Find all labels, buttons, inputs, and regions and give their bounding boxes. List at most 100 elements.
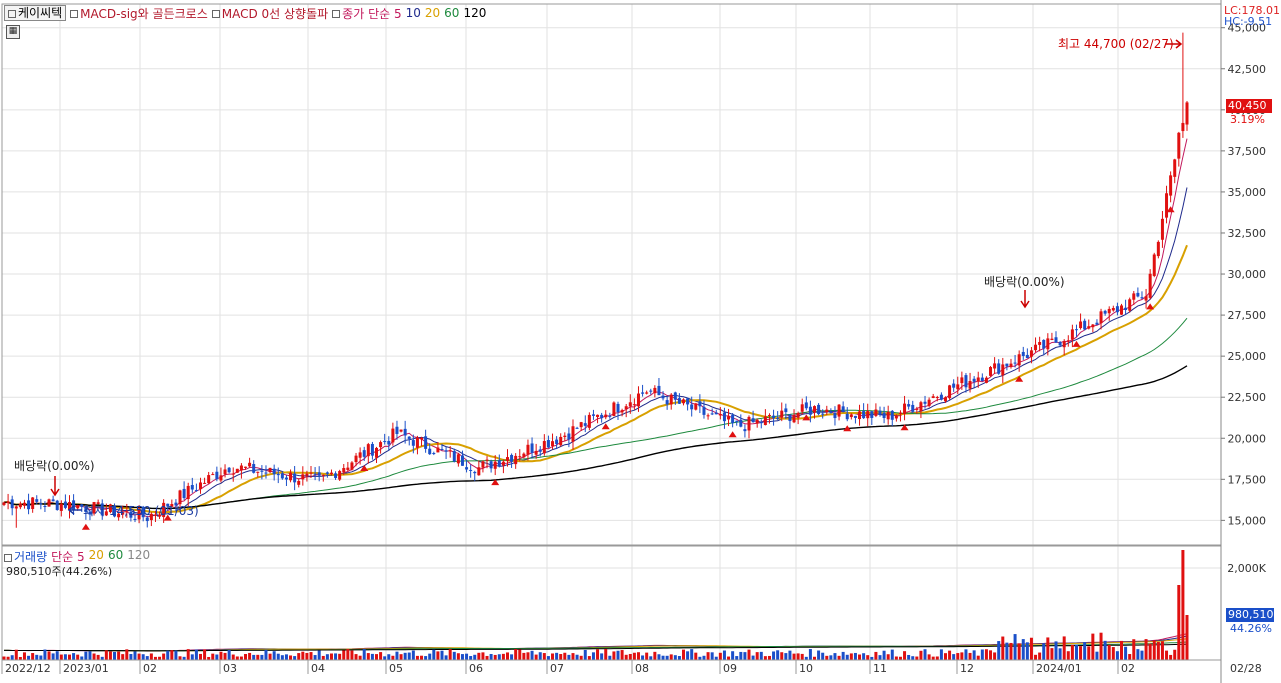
volume-bar — [858, 654, 862, 660]
candle-body — [641, 392, 645, 394]
candle-body — [207, 475, 211, 484]
volume-bar — [293, 656, 297, 660]
candle-body — [600, 414, 604, 419]
volume-bar — [579, 655, 583, 660]
candle-body — [591, 414, 595, 416]
candle-body — [796, 412, 800, 418]
volume-bar — [755, 652, 759, 660]
candle-body — [919, 402, 923, 412]
candle-body — [1091, 324, 1095, 328]
volume-bar — [276, 653, 280, 660]
volume-bar — [546, 656, 550, 660]
candle-body — [505, 457, 509, 462]
candle-body — [874, 409, 878, 416]
candle-body — [1165, 193, 1169, 218]
volume-bar — [555, 652, 559, 660]
chart-header: 케이씨텍 MACD-sig와 골든크로스 MACD 0선 상향돌파 종가 단순 … — [4, 5, 486, 21]
volume-bar — [1025, 642, 1029, 660]
volume-bar — [616, 650, 620, 660]
volume-bar — [84, 651, 88, 660]
volume-bar — [489, 653, 493, 660]
candle-body — [1148, 273, 1152, 298]
volume-bar — [198, 653, 202, 660]
volume-bar — [387, 654, 391, 660]
current-price-tag: 40,450 — [1226, 99, 1272, 113]
candle-body — [329, 472, 333, 475]
volume-bar — [162, 653, 166, 660]
volume-bar — [1132, 639, 1136, 660]
grid-toggle-icon[interactable]: ▦ — [6, 25, 20, 39]
candle-body — [767, 414, 771, 416]
volume-bar — [227, 649, 231, 660]
volume-bar — [497, 654, 501, 660]
indicator-macd-golden[interactable]: MACD-sig와 골든크로스 — [70, 5, 208, 22]
candle-body — [1070, 329, 1074, 340]
candle-body — [534, 450, 538, 455]
volume-bar — [51, 653, 55, 660]
candle-body — [248, 462, 252, 467]
volume-bar — [317, 650, 321, 660]
volume-bar — [575, 654, 579, 660]
candle-body — [841, 406, 845, 412]
volume-bar — [747, 649, 751, 660]
volume-bar — [751, 655, 755, 660]
candle-body — [501, 461, 505, 466]
candle-body — [14, 506, 18, 509]
volume-bar — [354, 654, 358, 660]
volume-bar — [1173, 649, 1177, 660]
volume-bar — [313, 655, 317, 660]
candle-body — [375, 447, 379, 458]
price-tick-label: 37,500 — [1228, 145, 1267, 158]
volume-bar — [989, 650, 993, 660]
volume-bar — [1021, 639, 1025, 660]
candle-body — [276, 473, 280, 476]
candle-body — [215, 471, 219, 480]
stock-name-box[interactable]: 케이씨텍 — [4, 5, 67, 21]
candle-body — [792, 415, 796, 423]
buy-signal-marker — [601, 423, 610, 430]
candle-body — [518, 456, 522, 458]
candle-body — [583, 423, 587, 426]
volume-bar — [39, 655, 43, 660]
volume-bar — [260, 654, 264, 660]
candle-body — [522, 453, 526, 458]
volume-bar — [350, 650, 354, 660]
candle-body — [55, 500, 59, 510]
ma-legend[interactable]: 종가 단순 5 — [332, 5, 402, 22]
candle-body — [59, 503, 63, 511]
indicator-macd-zero[interactable]: MACD 0선 상향돌파 — [211, 5, 328, 22]
volume-bar — [1013, 634, 1017, 660]
volume-bar — [1087, 646, 1091, 660]
buy-signal-marker — [1146, 303, 1155, 310]
volume-bar — [428, 653, 432, 660]
candle-body — [223, 469, 227, 475]
volume-bar — [591, 652, 595, 660]
volume-bar — [833, 653, 837, 660]
volume-bar — [559, 654, 563, 660]
volume-bar — [731, 651, 735, 660]
volume-bar — [690, 649, 694, 660]
candle-body — [411, 440, 415, 446]
candle-body — [493, 461, 497, 469]
volume-bar — [571, 653, 575, 660]
chart-canvas[interactable]: 45,00042,50040,00037,50035,00032,50030,0… — [0, 0, 1281, 683]
candle-body — [976, 377, 980, 382]
candle-body — [317, 472, 321, 476]
candle-body — [1001, 364, 1005, 376]
volume-bar — [252, 654, 256, 660]
volume-bar — [841, 651, 845, 660]
ma-60-line — [3, 317, 1188, 510]
candle-body — [747, 416, 751, 431]
volume-bar — [657, 654, 661, 660]
price-tick-label: 20,000 — [1228, 432, 1267, 445]
candle-body — [145, 517, 149, 522]
candle-body — [943, 397, 947, 402]
volume-bar — [1107, 644, 1111, 660]
volume-bar — [481, 652, 485, 660]
candle-body — [984, 377, 988, 383]
candle-body — [1046, 338, 1050, 350]
candle-body — [800, 404, 804, 412]
candle-body — [596, 414, 600, 417]
volume-bar — [964, 649, 968, 660]
volume-bar — [939, 649, 943, 660]
